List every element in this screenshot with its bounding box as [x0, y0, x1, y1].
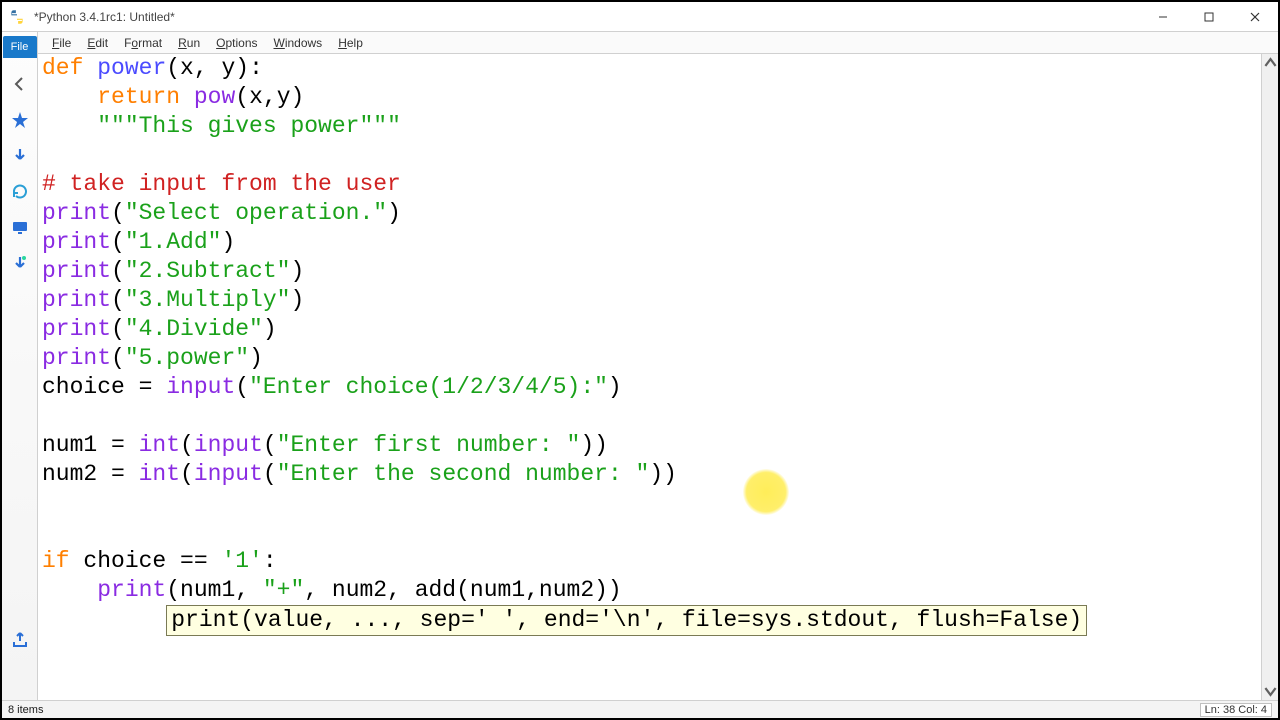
code-editor[interactable]: def power(x, y): return pow(x,y) """This…: [38, 54, 1261, 700]
back-arrow-icon[interactable]: [10, 74, 30, 94]
file-tab[interactable]: File: [3, 36, 37, 58]
export-icon[interactable]: [10, 630, 30, 650]
status-left: 8 items: [8, 704, 43, 716]
scroll-down-icon[interactable]: [1262, 683, 1279, 700]
idle-menubar: File Edit Format Run Options Windows Hel…: [38, 32, 1278, 54]
status-line-col: Ln: 38 Col: 4: [1200, 703, 1272, 717]
window-title: *Python 3.4.1rc1: Untitled*: [34, 10, 175, 24]
favorite-star-icon[interactable]: [10, 110, 30, 130]
refresh-icon[interactable]: [10, 182, 30, 202]
scroll-up-icon[interactable]: [1262, 54, 1279, 71]
screen-icon[interactable]: [10, 218, 30, 238]
menu-options[interactable]: Options: [210, 34, 263, 52]
vertical-scrollbar[interactable]: [1261, 54, 1278, 700]
download-arrow-icon[interactable]: [10, 146, 30, 166]
maximize-button[interactable]: [1186, 2, 1232, 32]
menu-edit[interactable]: Edit: [81, 34, 114, 52]
menu-windows[interactable]: Windows: [268, 34, 329, 52]
window-titlebar: *Python 3.4.1rc1: Untitled*: [2, 2, 1278, 32]
left-tool-strip: File: [2, 32, 38, 700]
python-idle-icon: [8, 8, 26, 26]
minimize-button[interactable]: [1140, 2, 1186, 32]
status-bar: 8 items Ln: 38 Col: 4: [2, 700, 1278, 718]
close-button[interactable]: [1232, 2, 1278, 32]
menu-format[interactable]: Format: [118, 34, 168, 52]
calltip-tooltip: print(value, ..., sep=' ', end='\n', fil…: [166, 605, 1087, 636]
music-download-icon[interactable]: [10, 254, 30, 274]
menu-file[interactable]: File: [46, 34, 77, 52]
menu-help[interactable]: Help: [332, 34, 369, 52]
cursor-highlight: [743, 469, 789, 515]
menu-run[interactable]: Run: [172, 34, 206, 52]
